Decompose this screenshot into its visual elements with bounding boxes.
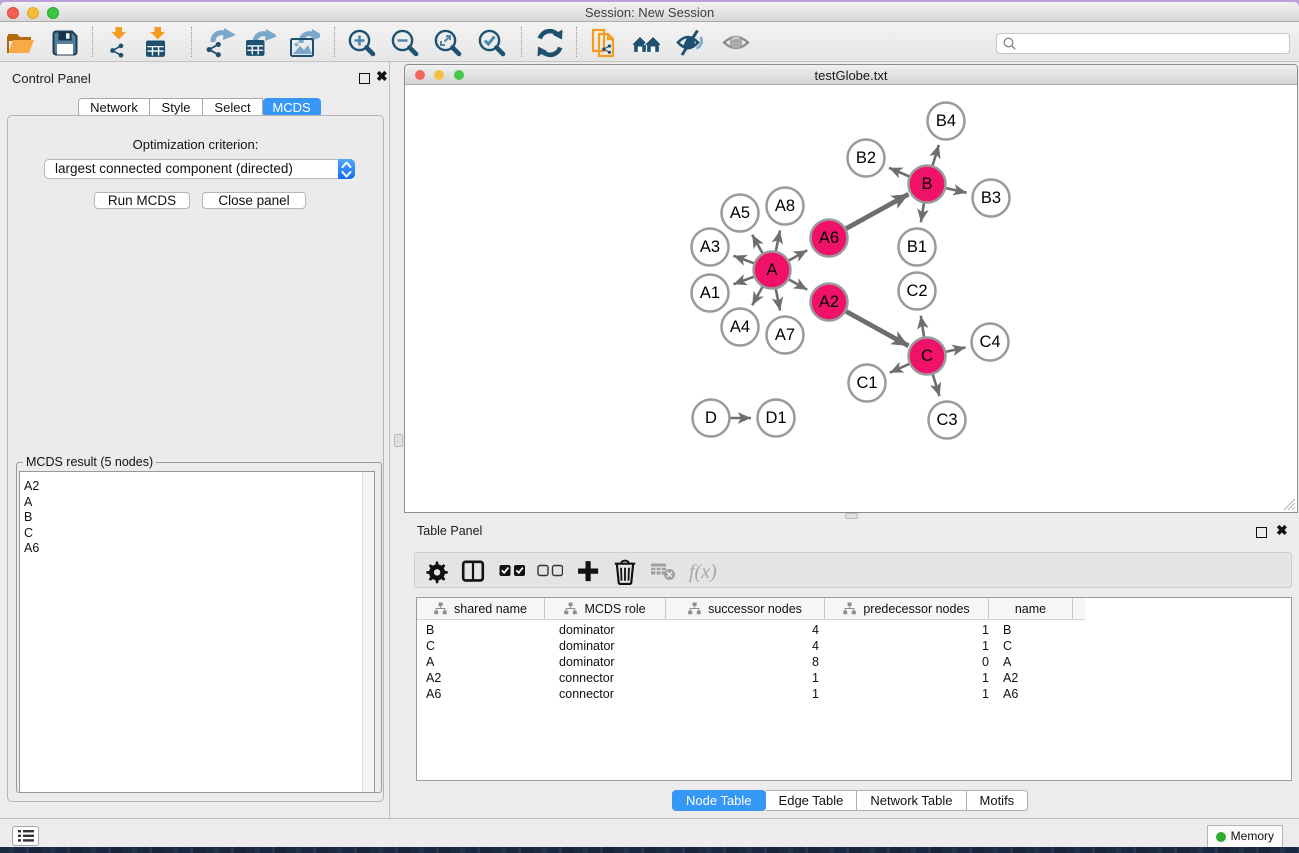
- svg-text:A2: A2: [819, 293, 839, 311]
- svg-text:A: A: [766, 261, 777, 279]
- svg-text:D: D: [705, 409, 717, 427]
- svg-text:A8: A8: [775, 197, 795, 215]
- svg-text:B: B: [921, 175, 932, 193]
- svg-text:C3: C3: [936, 411, 957, 429]
- svg-text:C4: C4: [979, 333, 1000, 351]
- svg-text:A6: A6: [819, 229, 839, 247]
- svg-text:C2: C2: [906, 282, 927, 300]
- svg-text:B4: B4: [936, 112, 956, 130]
- svg-text:D1: D1: [765, 409, 786, 427]
- svg-text:A4: A4: [730, 318, 750, 336]
- svg-text:C1: C1: [856, 374, 877, 392]
- svg-text:A5: A5: [730, 204, 750, 222]
- svg-text:B3: B3: [981, 189, 1001, 207]
- svg-text:B2: B2: [856, 149, 876, 167]
- svg-text:C: C: [921, 347, 933, 365]
- svg-text:A3: A3: [700, 238, 720, 256]
- svg-text:A1: A1: [700, 284, 720, 302]
- svg-text:A7: A7: [775, 326, 795, 344]
- svg-text:B1: B1: [907, 238, 927, 256]
